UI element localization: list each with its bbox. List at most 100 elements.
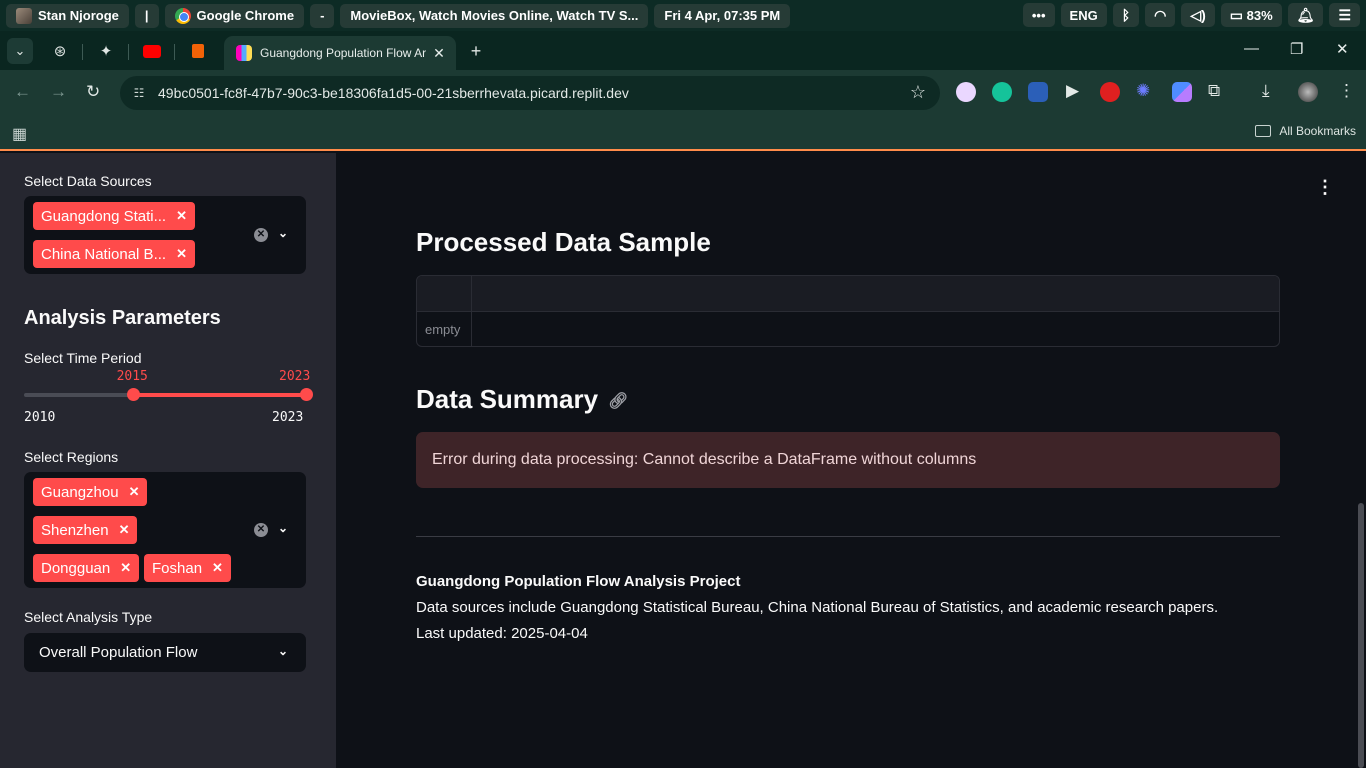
window-title: MovieBox, Watch Movies Online, Watch TV … bbox=[350, 8, 639, 23]
chip-region[interactable]: Guangzhou ✕ bbox=[33, 478, 148, 506]
pinned-tab-replit[interactable] bbox=[185, 38, 211, 64]
more-tray-button[interactable]: ••• bbox=[1022, 3, 1055, 27]
app-name: Google Chrome bbox=[196, 8, 295, 23]
extension-gear-icon[interactable]: ✺ bbox=[1136, 81, 1150, 101]
extension-play-icon[interactable]: ▶ bbox=[1066, 81, 1079, 101]
datetime-button[interactable]: Fri 4 Apr, 07:35 PM bbox=[654, 3, 791, 28]
chrome-app-button[interactable]: Google Chrome bbox=[164, 3, 305, 28]
analysis-type-select[interactable]: Overall Population Flow ⌄ bbox=[24, 633, 306, 672]
data-sources-label: Select Data Sources bbox=[24, 173, 152, 189]
clear-all-icon[interactable]: ✕ bbox=[254, 228, 268, 242]
minimize-button[interactable]: — bbox=[1244, 40, 1259, 57]
reload-button[interactable]: ↻ bbox=[86, 82, 100, 102]
menu-dots-icon[interactable]: ⋮ bbox=[1338, 81, 1355, 101]
extension-hand-icon[interactable] bbox=[1100, 82, 1120, 102]
divider-text: | bbox=[144, 8, 149, 23]
volume-button[interactable]: ◁) bbox=[1181, 3, 1215, 27]
chip-region[interactable]: Shenzhen ✕ bbox=[33, 516, 138, 544]
chip-region[interactable]: Foshan ✕ bbox=[144, 554, 231, 582]
close-window-button[interactable]: ✕ bbox=[1336, 40, 1349, 58]
footer-updated: Last updated: 2025-04-04 bbox=[416, 625, 588, 642]
regions-multiselect[interactable]: Guangzhou ✕ Shenzhen ✕ Dongguan ✕ Foshan ✕ ✕… bbox=[24, 472, 306, 588]
scrollbar-thumb[interactable] bbox=[1358, 503, 1364, 768]
language-text: ENG bbox=[1069, 7, 1098, 23]
all-bookmarks-button[interactable]: All Bookmarks bbox=[1255, 124, 1356, 138]
battery-button[interactable]: ▭ 83% bbox=[1220, 3, 1282, 27]
restore-button[interactable]: ❐ bbox=[1290, 40, 1303, 58]
tab-separator bbox=[128, 44, 129, 60]
chip-data-source[interactable]: China National B... ✕ bbox=[33, 240, 195, 268]
remove-chip-icon[interactable]: ✕ bbox=[176, 246, 187, 262]
battery-icon: ▭ bbox=[1229, 6, 1243, 23]
dataframe-index-divider bbox=[471, 276, 472, 346]
pinned-tab-youtube[interactable] bbox=[139, 38, 165, 64]
chevron-down-icon[interactable]: ⌄ bbox=[278, 521, 288, 535]
extensions-puzzle-icon[interactable]: ⧉ bbox=[1208, 81, 1220, 101]
remove-chip-icon[interactable]: ✕ bbox=[176, 208, 187, 224]
slider-end-thumb[interactable] bbox=[300, 388, 313, 401]
remove-chip-icon[interactable]: ✕ bbox=[119, 522, 130, 538]
extension-book-icon[interactable] bbox=[1028, 82, 1048, 102]
regions-label: Select Regions bbox=[24, 449, 119, 465]
folder-icon bbox=[1255, 125, 1272, 137]
chip-label: Foshan bbox=[152, 559, 203, 577]
downloads-icon[interactable]: ⤓ bbox=[1262, 81, 1270, 101]
pinned-tab-sparkle[interactable]: ✦ bbox=[93, 38, 119, 64]
site-info-icon[interactable]: ☷ bbox=[128, 82, 150, 104]
chip-data-source[interactable]: Guangdong Stati... ✕ bbox=[33, 202, 195, 230]
window-title-button[interactable]: MovieBox, Watch Movies Online, Watch TV … bbox=[340, 3, 649, 28]
extension-eye-icon[interactable] bbox=[956, 82, 976, 102]
chevron-down-icon: ⌄ bbox=[278, 644, 289, 658]
new-tab-button[interactable]: + bbox=[463, 38, 489, 64]
chevron-down-icon[interactable]: ⌄ bbox=[278, 226, 288, 240]
bookmark-star-icon[interactable]: ☆ bbox=[910, 82, 926, 103]
dataframe-header bbox=[417, 276, 1279, 312]
slider-start-thumb[interactable] bbox=[126, 388, 140, 401]
time-period-slider[interactable] bbox=[24, 388, 313, 401]
bluetooth-button[interactable]: ᛒ bbox=[1112, 3, 1140, 27]
battery-percent: 83% bbox=[1246, 7, 1273, 23]
remove-chip-icon[interactable]: ✕ bbox=[129, 484, 140, 500]
close-tab-icon[interactable]: ✕ bbox=[430, 45, 448, 62]
clear-all-icon[interactable]: ✕ bbox=[254, 523, 268, 537]
data-sources-multiselect[interactable]: Guangdong Stati... ✕ China National B... ✕… bbox=[24, 196, 306, 274]
chip-region[interactable]: Dongguan ✕ bbox=[33, 554, 140, 582]
settings-button[interactable]: ☰ bbox=[1329, 3, 1360, 27]
volume-icon: ◁) bbox=[1190, 6, 1206, 23]
dataframe-table[interactable]: empty bbox=[416, 275, 1280, 347]
slider-fill bbox=[132, 393, 306, 397]
divider-pill: | bbox=[134, 3, 159, 28]
slider-min-label: 2010 bbox=[24, 410, 56, 425]
analysis-parameters-heading: Analysis Parameters bbox=[24, 307, 221, 329]
url-text: 49bc0501-fc8f-47b7-90c3-be18306fa1d5-00-… bbox=[158, 85, 629, 101]
user-avatar-icon bbox=[16, 7, 32, 24]
profile-avatar-icon[interactable] bbox=[1298, 82, 1318, 102]
footer-title: Guangdong Population Flow Analysis Proje… bbox=[416, 573, 741, 590]
forward-button[interactable]: → bbox=[50, 82, 67, 102]
pinned-tab-openai[interactable]: ⊛ bbox=[47, 38, 73, 64]
chip-label: Guangdong Stati... bbox=[41, 207, 167, 225]
notifications-button[interactable]: 🔔︎ bbox=[1287, 3, 1324, 27]
back-button[interactable]: ← bbox=[14, 82, 31, 102]
extension-tiles-icon[interactable] bbox=[1172, 82, 1192, 102]
user-button[interactable]: Stan Njoroge bbox=[6, 3, 129, 28]
tab-active[interactable]: Guangdong Population Flow Ar ✕ bbox=[224, 36, 456, 70]
tab-strip: ⌄ ⊛ ✦ Guangdong Population Flow Ar ✕ + bbox=[0, 31, 1366, 70]
apps-grid-icon[interactable]: ▦ bbox=[12, 124, 27, 144]
tab-separator bbox=[174, 44, 175, 60]
language-button[interactable]: ENG bbox=[1060, 3, 1107, 27]
tab-search-button[interactable]: ⌄ bbox=[7, 38, 33, 64]
remove-chip-icon[interactable]: ✕ bbox=[120, 560, 131, 576]
user-name: Stan Njoroge bbox=[38, 8, 119, 23]
remove-chip-icon[interactable]: ✕ bbox=[212, 560, 223, 576]
openai-icon: ⊛ bbox=[53, 43, 67, 60]
address-bar[interactable]: ☷ 49bc0501-fc8f-47b7-90c3-be18306fa1d5-0… bbox=[120, 76, 940, 110]
chip-label: China National B... bbox=[41, 245, 167, 263]
divider bbox=[416, 536, 1280, 537]
grammarly-icon[interactable] bbox=[992, 82, 1012, 102]
time-period-label: Select Time Period bbox=[24, 350, 142, 366]
wifi-button[interactable]: ◠ bbox=[1145, 3, 1176, 27]
chip-label: Guangzhou bbox=[41, 483, 119, 501]
anchor-link-icon[interactable]: 🔗︎ bbox=[608, 391, 628, 411]
app-menu-icon[interactable]: ⋮ bbox=[1316, 177, 1334, 198]
